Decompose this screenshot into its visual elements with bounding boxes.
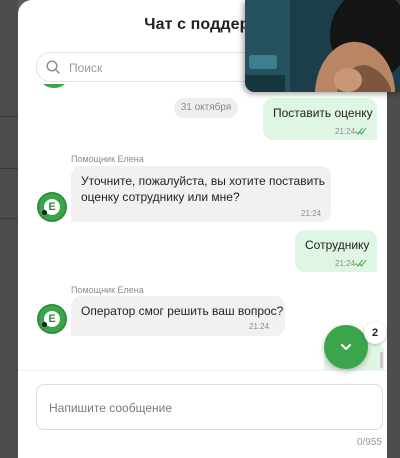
message-time: 21:24	[335, 127, 356, 136]
sender-name: Помощник Елена	[71, 285, 144, 295]
status-dot	[42, 210, 47, 215]
outgoing-message[interactable]: Поставить оценку 21:24	[263, 98, 377, 140]
read-checkmarks-icon	[355, 127, 367, 135]
avatar	[39, 84, 69, 88]
message-time: 21:24	[249, 322, 270, 331]
agent-avatar: E	[37, 304, 67, 334]
video-call-preview[interactable]	[245, 0, 400, 92]
search-box[interactable]	[36, 52, 278, 82]
character-counter: 0/955	[356, 437, 382, 448]
page-backdrop-left	[0, 0, 18, 458]
message-text: Сотруднику	[305, 238, 370, 252]
message-text: Поставить оценку	[273, 106, 373, 120]
message-text: оценку сотруднику или мне?	[81, 190, 240, 204]
incoming-message[interactable]: Оператор смог решить ваш вопрос? 21:24	[71, 296, 285, 336]
video-frame	[245, 0, 400, 92]
message-time: 21:24	[335, 259, 356, 268]
message-input[interactable]	[47, 397, 371, 419]
read-checkmarks-icon	[355, 259, 367, 267]
date-separator: 31 октября	[174, 98, 238, 118]
search-icon	[46, 60, 60, 74]
message-composer[interactable]	[36, 384, 383, 430]
incoming-message[interactable]: Уточните, пожалуйста, вы хотите поставит…	[71, 166, 331, 222]
message-text: Уточните, пожалуйста, вы хотите поставит…	[81, 174, 326, 188]
message-text: Оператор смог решить ваш вопрос?	[81, 304, 284, 318]
scroll-to-bottom-button[interactable]	[324, 325, 368, 369]
backdrop-divider	[0, 218, 18, 219]
message-time: 21:24	[301, 209, 322, 218]
scrollbar[interactable]	[380, 352, 383, 368]
outgoing-message[interactable]: Сотруднику 21:24	[295, 230, 377, 272]
backdrop-divider	[0, 116, 18, 117]
status-dot	[42, 322, 47, 327]
sender-name: Помощник Елена	[71, 154, 144, 164]
divider	[18, 370, 387, 371]
chevron-down-icon	[341, 344, 351, 350]
message-list[interactable]: 31 октября Поставить оценку 21:24 Помощн…	[18, 84, 387, 370]
unread-count-badge: 2	[364, 322, 386, 344]
agent-avatar: E	[37, 192, 67, 222]
search-input[interactable]	[67, 58, 271, 78]
backdrop-divider	[0, 168, 18, 169]
